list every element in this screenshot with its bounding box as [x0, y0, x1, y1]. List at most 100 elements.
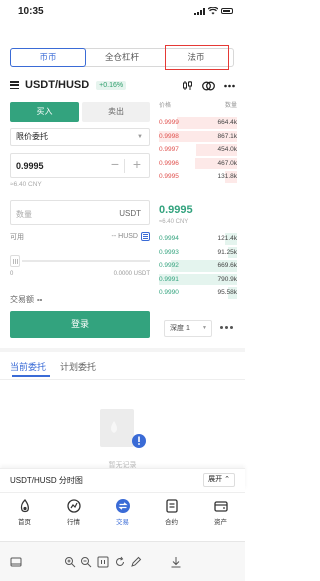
orderbook-qty: 467.0k	[217, 159, 237, 167]
screen-icon[interactable]	[10, 556, 22, 568]
actual-size-icon[interactable]	[97, 556, 109, 568]
orderbook-qty: 790.9k	[217, 275, 237, 283]
orderbook-qty: 121.4k	[217, 235, 237, 243]
tab-spot[interactable]: 币币	[10, 48, 86, 67]
available-row: 可用 -- HUSD	[10, 232, 150, 242]
orderbook-row[interactable]: 0.9994 121.4k	[159, 232, 237, 246]
amount-unit: USDT	[119, 209, 141, 218]
market-tabs: 币币 全仓杠杆 法币	[10, 45, 234, 70]
tab-fiat-label: 法币	[187, 52, 205, 62]
orderbook-row[interactable]: 0.9990 95.58k	[159, 286, 237, 300]
contract-icon	[165, 499, 178, 513]
depth-value: 深度 1	[170, 325, 190, 332]
orderbook-row[interactable]: 0.9999 664.4k	[159, 116, 237, 130]
chevron-down-icon: ▼	[137, 134, 143, 140]
slider-min: 0	[10, 271, 14, 277]
more-icon[interactable]	[224, 84, 235, 88]
zoom-in-icon[interactable]	[64, 556, 76, 568]
total-label: 交易额	[10, 295, 34, 304]
signal-icon	[194, 7, 205, 15]
slider-track[interactable]	[22, 260, 150, 262]
expand-button[interactable]: 展开 ⌃	[203, 473, 235, 487]
chevron-up-icon: ⌃	[224, 476, 230, 483]
orderbook-row[interactable]: 0.9998 867.1k	[159, 130, 237, 144]
total-value: --	[37, 295, 43, 304]
tab-fiat[interactable]: 法币	[159, 45, 233, 70]
nav-home[interactable]: 首页	[0, 493, 49, 532]
orderbook-row[interactable]: 0.9993 91.25k	[159, 246, 237, 260]
nav-contract[interactable]: 合约	[147, 493, 196, 532]
slider-handle[interactable]	[10, 255, 20, 267]
orderbook-price-header: 价格	[159, 103, 172, 109]
nav-assets-label: 资产	[214, 519, 227, 526]
last-price: 0.9995	[159, 204, 193, 216]
pair-name: USDT/HUSD	[25, 79, 90, 91]
orders-tabs: 当前委托 计划委托	[10, 360, 96, 373]
available-value: -- HUSD	[111, 233, 138, 240]
orderbook-price: 0.9998	[159, 132, 179, 140]
price-decrement-button[interactable]: −	[111, 156, 119, 172]
browser-toolbar	[0, 541, 245, 581]
nav-trade[interactable]: 交易	[98, 493, 147, 532]
orderbook-price: 0.9995	[159, 173, 179, 181]
price-increment-button[interactable]: +	[133, 156, 141, 172]
download-icon[interactable]	[170, 556, 182, 568]
pair-header[interactable]: USDT/HUSD +0.16%	[10, 79, 127, 91]
compare-icon[interactable]	[202, 81, 215, 91]
orderbook-row[interactable]: 0.9996 467.0k	[159, 157, 237, 171]
amount-input[interactable]: 数量 USDT	[10, 200, 150, 225]
wifi-icon	[208, 7, 218, 15]
zoom-out-icon[interactable]	[80, 556, 92, 568]
orderbook-qty: 131.8k	[217, 173, 237, 181]
tab-indicator	[12, 375, 50, 377]
orderbook-qty: 454.0k	[217, 146, 237, 154]
orderbook-qty: 95.58k	[217, 289, 237, 297]
more-options-icon[interactable]	[220, 326, 233, 329]
sell-tab[interactable]: 卖出	[82, 102, 150, 122]
tab-margin[interactable]: 全仓杠杆	[85, 49, 159, 66]
orderbook-row[interactable]: 0.9991 790.9k	[159, 273, 237, 287]
orderbook-header: 价格 数量	[159, 100, 237, 109]
orderbook-price: 0.9991	[159, 275, 179, 283]
nav-assets[interactable]: 资产	[196, 493, 245, 532]
nav-market[interactable]: 行情	[49, 493, 98, 532]
chart-bar[interactable]: USDT/HUSD 分时图 展开 ⌃	[0, 468, 245, 490]
orderbook-asks: 0.9999 664.4k 0.9998 867.1k 0.9997 454.0k 0.99…	[159, 116, 237, 184]
transfer-icon[interactable]	[141, 232, 150, 241]
buy-tab[interactable]: 买入	[10, 102, 79, 122]
depth-select[interactable]: 深度 1 ▼	[164, 320, 212, 337]
orderbook-qty: 91.25k	[217, 248, 237, 256]
orderbook-qty: 664.4k	[217, 119, 237, 127]
order-type-value: 限价委托	[16, 132, 48, 141]
tab-plan-orders[interactable]: 计划委托	[60, 360, 96, 373]
orderbook-price: 0.9994	[159, 235, 179, 243]
rotate-icon[interactable]	[114, 556, 126, 568]
tab-current-orders[interactable]: 当前委托	[10, 360, 46, 373]
orderbook-bids: 0.9994 121.4k 0.9993 91.25k 0.9992 669.6k 0.99…	[159, 232, 237, 300]
total-row: 交易额 --	[10, 294, 42, 305]
menu-icon[interactable]	[10, 81, 19, 89]
login-button[interactable]: 登录	[10, 311, 150, 338]
orderbook-row[interactable]: 0.9992 669.6k	[159, 259, 237, 273]
nav-trade-label: 交易	[116, 519, 129, 526]
candlestick-icon[interactable]	[182, 80, 193, 91]
amount-slider[interactable]	[10, 255, 150, 267]
status-time: 10:35	[18, 6, 44, 17]
orderbook-qty: 867.1k	[217, 132, 237, 140]
wallet-icon	[213, 501, 228, 512]
nav-contract-label: 合约	[165, 519, 178, 526]
available-label: 可用	[10, 234, 24, 241]
pen-icon[interactable]	[130, 556, 142, 568]
nav-market-label: 行情	[67, 519, 80, 526]
orderbook-row[interactable]: 0.9997 454.0k	[159, 143, 237, 157]
status-icons	[194, 7, 233, 15]
amount-placeholder: 数量	[16, 210, 32, 219]
orderbook-row[interactable]: 0.9995 131.8k	[159, 170, 237, 184]
nav-home-label: 首页	[18, 519, 31, 526]
orderbook-qty: 669.6k	[217, 262, 237, 270]
order-type-select[interactable]: 限价委托 ▼	[10, 128, 150, 146]
orderbook-price: 0.9990	[159, 289, 179, 297]
orderbook-price: 0.9997	[159, 146, 179, 154]
price-input[interactable]: 0.9995 − +	[10, 153, 150, 178]
orderbook-price: 0.9999	[159, 119, 179, 127]
